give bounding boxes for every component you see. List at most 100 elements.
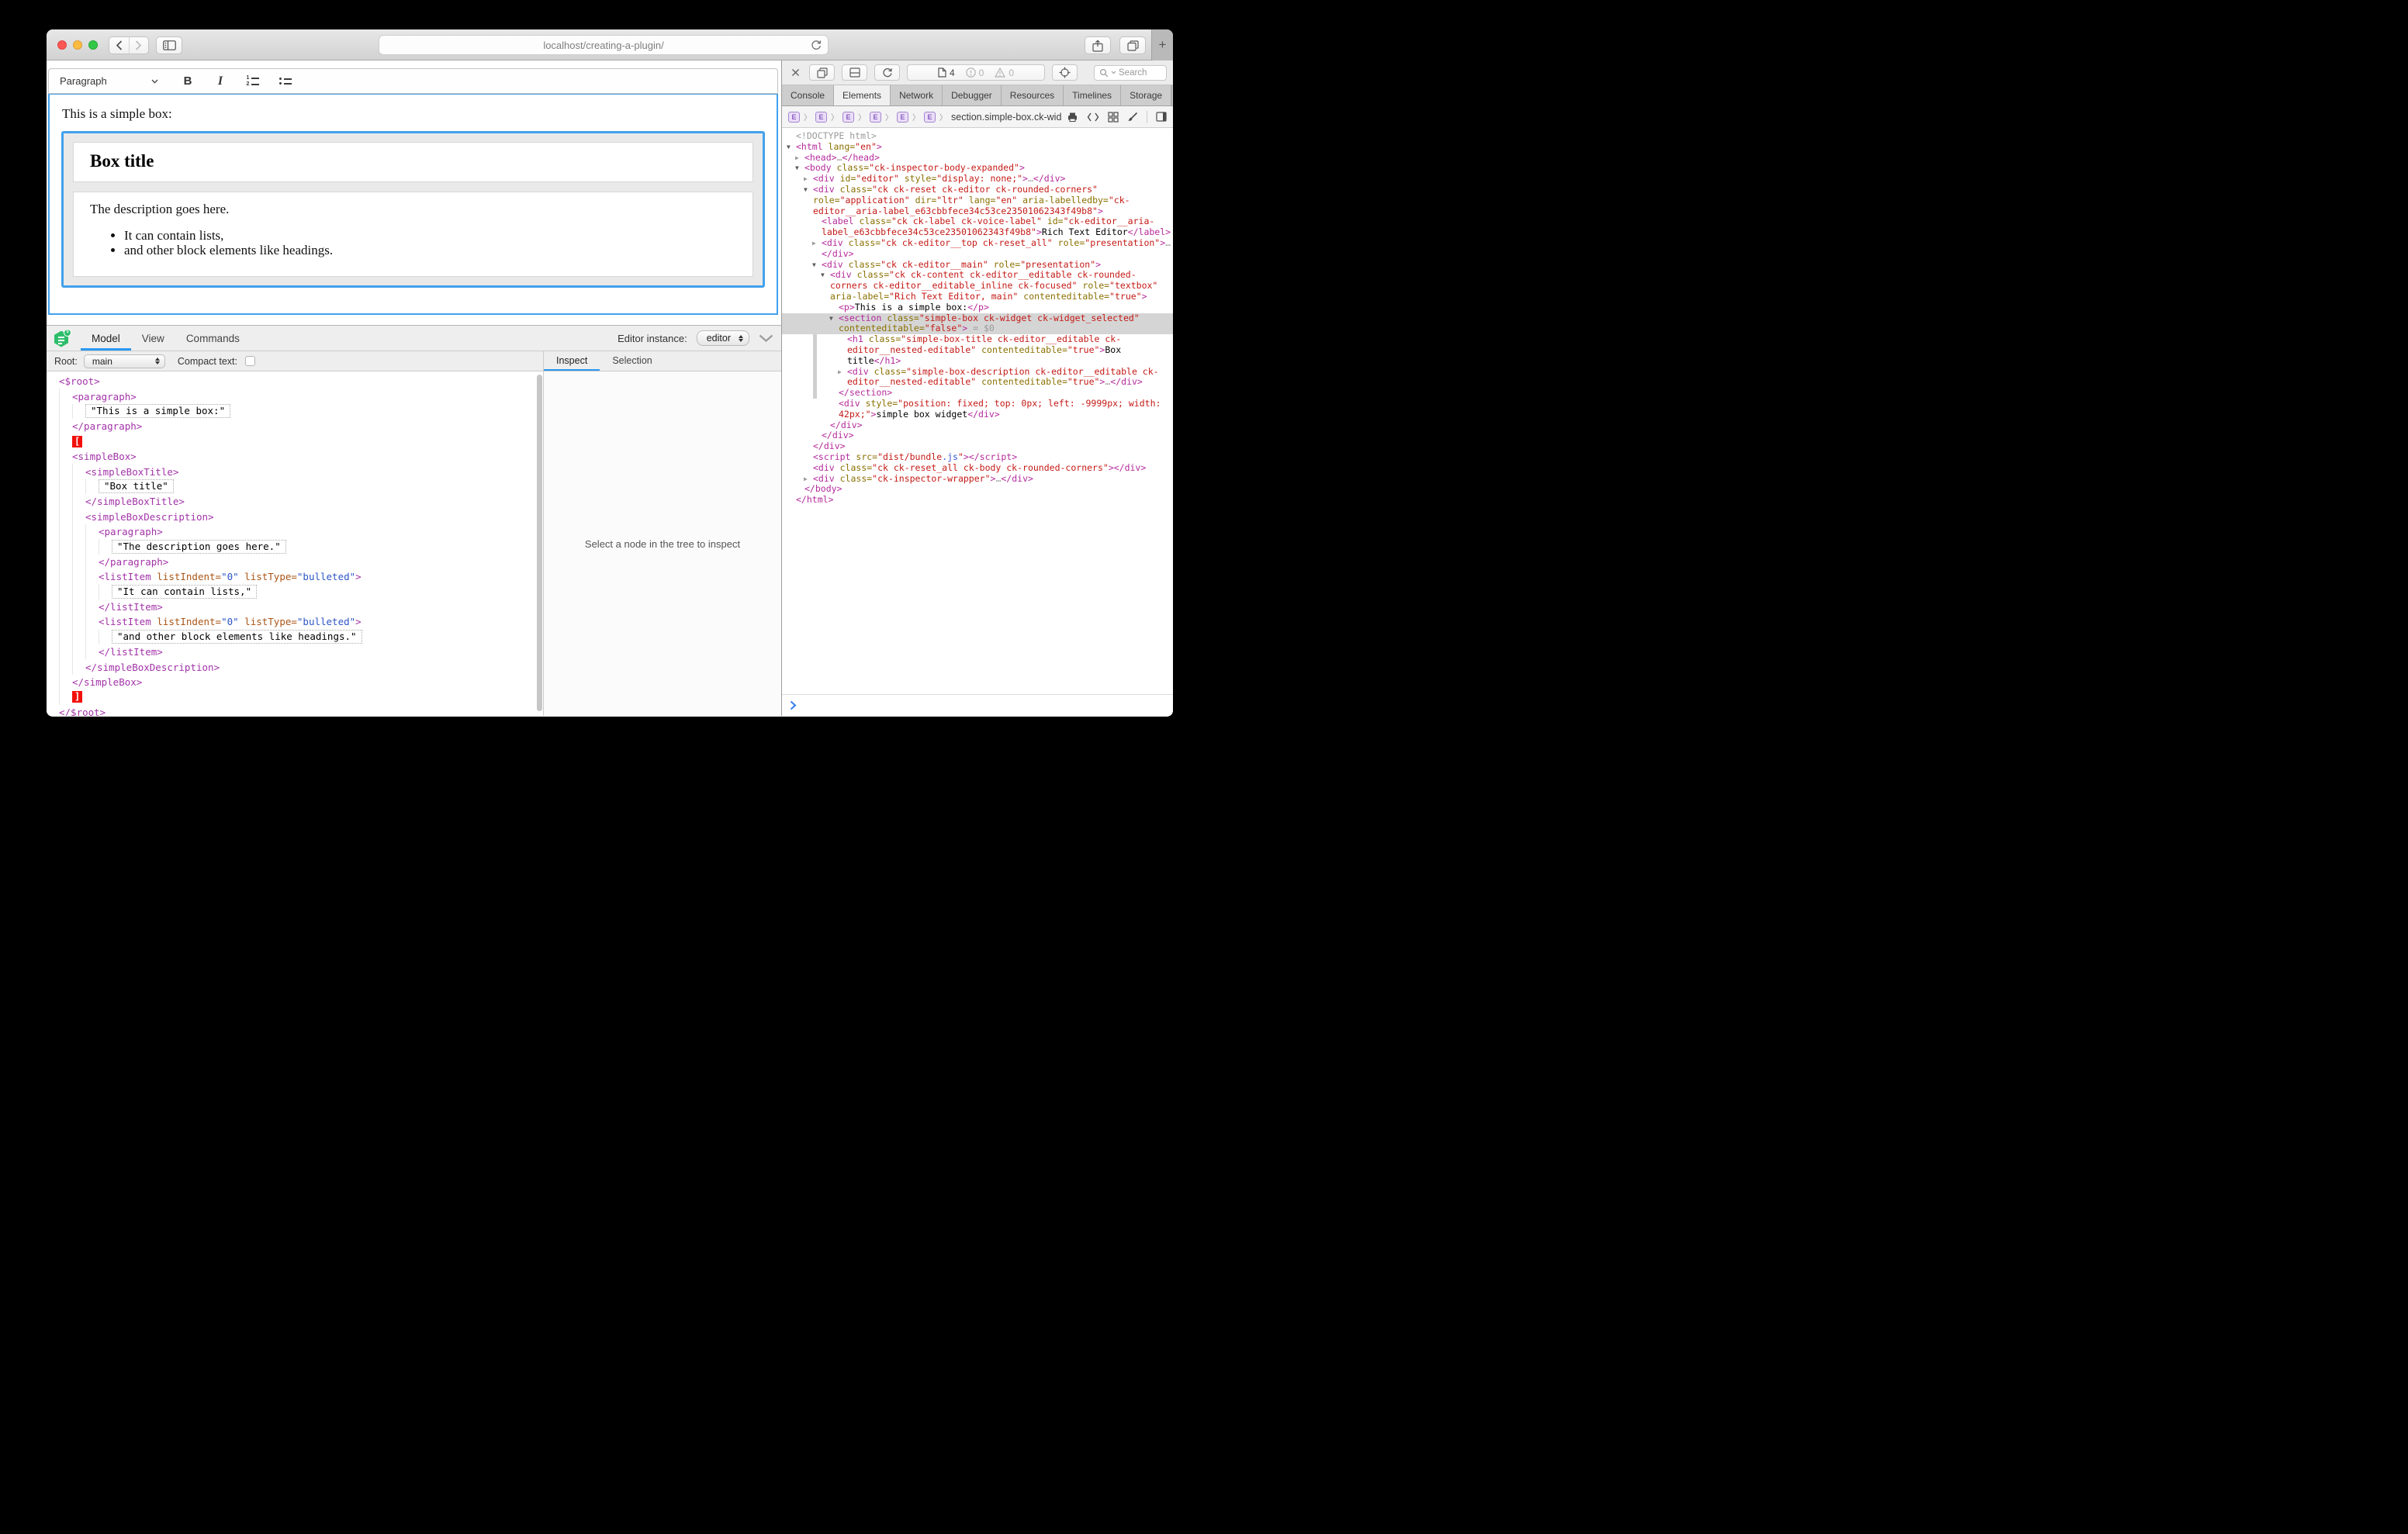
details-sidebar-button[interactable] bbox=[1156, 112, 1167, 122]
box-list-item[interactable]: It can contain lists, bbox=[124, 228, 736, 243]
model-tree-node[interactable]: <listItem listIndent="0" listType="bulle… bbox=[47, 569, 543, 584]
editor-content[interactable]: This is a simple box: Box title The desc… bbox=[48, 94, 778, 315]
bulleted-list-button[interactable] bbox=[278, 73, 293, 90]
tab-selection[interactable]: Selection bbox=[600, 351, 664, 371]
dom-node[interactable]: ▼<div class="ck ck-content ck-editor__ed… bbox=[782, 270, 1173, 302]
model-tree-node[interactable]: </simpleBoxDescription> bbox=[47, 659, 543, 674]
model-tree-node[interactable]: <simpleBoxDescription> bbox=[47, 510, 543, 524]
editor-instance-select[interactable]: editor bbox=[697, 330, 749, 346]
model-tree-node[interactable]: <$root> bbox=[47, 374, 543, 389]
dom-node[interactable]: ▶<div class="ck-inspector-wrapper">…</di… bbox=[782, 474, 1173, 485]
dom-node[interactable]: ▶<head>…</head> bbox=[782, 153, 1173, 164]
dom-node[interactable]: ▼<body class="ck-inspector-body-expanded… bbox=[782, 163, 1173, 174]
breadcrumb-element-badge[interactable]: E bbox=[842, 112, 854, 123]
dom-node[interactable]: </body> bbox=[782, 484, 1173, 495]
address-bar[interactable]: localhost/creating-a-plugin/ bbox=[379, 35, 829, 55]
model-tree-node[interactable]: </simpleBox> bbox=[47, 675, 543, 689]
element-picker-button[interactable] bbox=[1052, 64, 1078, 81]
dom-node[interactable]: ▼<div class="ck ck-editor__main" role="p… bbox=[782, 260, 1173, 271]
grid-overlay-button[interactable] bbox=[1108, 112, 1119, 123]
dock-side-button[interactable] bbox=[842, 64, 867, 81]
devtools-tab-network[interactable]: Network bbox=[891, 85, 943, 105]
italic-button[interactable]: I bbox=[213, 73, 228, 90]
dom-node[interactable]: <p>This is a simple box:</p> bbox=[782, 302, 1173, 313]
disclosure-closed-icon[interactable]: ▶ bbox=[795, 153, 804, 164]
text-node[interactable]: "Box title" bbox=[99, 479, 174, 493]
disclosure-open-icon[interactable]: ▼ bbox=[804, 185, 813, 195]
disclosure-closed-icon[interactable]: ▶ bbox=[812, 238, 822, 249]
dom-node[interactable]: ▼<html lang="en"> bbox=[782, 142, 1173, 153]
model-tree-node[interactable]: </listItem> bbox=[47, 644, 543, 659]
tab-model[interactable]: Model bbox=[81, 326, 131, 351]
text-node[interactable]: "The description goes here." bbox=[112, 540, 286, 554]
disclosure-closed-icon[interactable]: ▶ bbox=[804, 174, 813, 185]
box-list[interactable]: It can contain lists,and other block ele… bbox=[124, 228, 736, 257]
model-tree-node[interactable]: </paragraph> bbox=[47, 419, 543, 434]
devtools-tab-timelines[interactable]: Timelines bbox=[1064, 85, 1121, 105]
model-tree-node[interactable]: "This is a simple box:" bbox=[47, 404, 543, 419]
reload-page-button[interactable] bbox=[874, 64, 900, 81]
dom-node[interactable]: ▶<div id="editor" style="display: none;"… bbox=[782, 174, 1173, 185]
resource-status-group[interactable]: 4 0 0 bbox=[907, 64, 1045, 81]
model-tree-node[interactable]: </paragraph> bbox=[47, 555, 543, 569]
dom-node[interactable]: <!DOCTYPE html> bbox=[782, 131, 1173, 142]
disclosure-closed-icon[interactable]: ▶ bbox=[838, 367, 847, 378]
more-tabs-button[interactable]: » bbox=[1171, 85, 1173, 105]
model-tree-node[interactable]: "It can contain lists," bbox=[47, 584, 543, 599]
bold-button[interactable]: B bbox=[180, 73, 195, 90]
devtools-search-field[interactable]: Search bbox=[1094, 65, 1167, 81]
dom-node[interactable]: <div style="position: fixed; top: 0px; l… bbox=[782, 399, 1173, 420]
paragraph-dropdown[interactable]: Paragraph bbox=[58, 74, 163, 88]
dom-node[interactable]: <script src="dist/bundle.js"></script> bbox=[782, 452, 1173, 463]
dom-node[interactable]: <div class="ck ck-reset_all ck-body ck-r… bbox=[782, 463, 1173, 474]
breadcrumb-element-badge[interactable]: E bbox=[788, 112, 800, 123]
text-node[interactable]: "It can contain lists," bbox=[112, 585, 257, 599]
collapse-inspector-button[interactable] bbox=[759, 334, 773, 342]
breadcrumb-element-badge[interactable]: E bbox=[870, 112, 881, 123]
disclosure-closed-icon[interactable]: ▶ bbox=[804, 474, 813, 485]
disclosure-open-icon[interactable]: ▼ bbox=[821, 270, 830, 281]
model-tree-node[interactable]: <listItem listIndent="0" listType="bulle… bbox=[47, 614, 543, 629]
simple-box-title[interactable]: Box title bbox=[73, 142, 753, 182]
console-prompt[interactable] bbox=[782, 694, 1173, 716]
model-tree-node[interactable]: "The description goes here." bbox=[47, 539, 543, 554]
detach-devtools-button[interactable] bbox=[809, 64, 835, 81]
text-node[interactable]: "and other block elements like headings.… bbox=[112, 630, 362, 644]
tab-inspect[interactable]: Inspect bbox=[544, 351, 600, 371]
simple-box-widget[interactable]: Box title The description goes here. It … bbox=[61, 131, 765, 288]
model-tree-node[interactable]: </$root> bbox=[47, 705, 543, 716]
dom-node[interactable]: </html> bbox=[782, 495, 1173, 506]
devtools-tab-resources[interactable]: Resources bbox=[1002, 85, 1064, 105]
model-tree-node[interactable]: <simpleBoxTitle> bbox=[47, 464, 543, 479]
devtools-tab-elements[interactable]: Elements bbox=[834, 85, 891, 105]
dom-node[interactable]: ▶<div class="simple-box-description ck-e… bbox=[782, 367, 1173, 389]
close-window-button[interactable] bbox=[57, 40, 67, 50]
box-list-item[interactable]: and other block elements like headings. bbox=[124, 243, 736, 257]
devtools-tab-debugger[interactable]: Debugger bbox=[943, 85, 1002, 105]
box-title-heading[interactable]: Box title bbox=[90, 151, 736, 171]
new-tab-button[interactable]: + bbox=[1151, 29, 1173, 60]
dom-node[interactable]: </section> bbox=[782, 388, 1173, 399]
back-button[interactable] bbox=[109, 37, 130, 54]
dom-node[interactable]: ▶<div class="ck ck-editor__top ck-reset_… bbox=[782, 238, 1173, 260]
tab-commands[interactable]: Commands bbox=[175, 326, 251, 351]
paint-flashing-button[interactable] bbox=[1127, 112, 1138, 123]
devtools-tab-console[interactable]: Console bbox=[782, 85, 834, 105]
dom-node[interactable]: ▼<div class="ck ck-reset ck-editor ck-ro… bbox=[782, 185, 1173, 216]
sidebar-toggle-button[interactable] bbox=[156, 36, 182, 54]
numbered-list-button[interactable]: 1 2 bbox=[245, 73, 261, 90]
devtools-tab-storage[interactable]: Storage bbox=[1121, 85, 1171, 105]
description-paragraph[interactable]: The description goes here. bbox=[90, 202, 736, 217]
compact-text-checkbox[interactable] bbox=[245, 356, 255, 366]
text-node[interactable]: "This is a simple box:" bbox=[85, 404, 230, 418]
dom-node[interactable]: </div> bbox=[782, 430, 1173, 441]
simple-box-description[interactable]: The description goes here. It can contai… bbox=[73, 192, 753, 277]
dom-node[interactable]: <label class="ck ck-label ck-voice-label… bbox=[782, 216, 1173, 238]
model-tree-node[interactable]: "Box title" bbox=[47, 479, 543, 494]
zoom-window-button[interactable] bbox=[88, 40, 98, 50]
model-tree-node[interactable]: </listItem> bbox=[47, 599, 543, 614]
root-select[interactable]: main bbox=[84, 354, 165, 368]
dom-node[interactable]: </div> bbox=[782, 441, 1173, 452]
disclosure-open-icon[interactable]: ▼ bbox=[787, 142, 796, 153]
model-tree-node[interactable]: </simpleBoxTitle> bbox=[47, 494, 543, 509]
